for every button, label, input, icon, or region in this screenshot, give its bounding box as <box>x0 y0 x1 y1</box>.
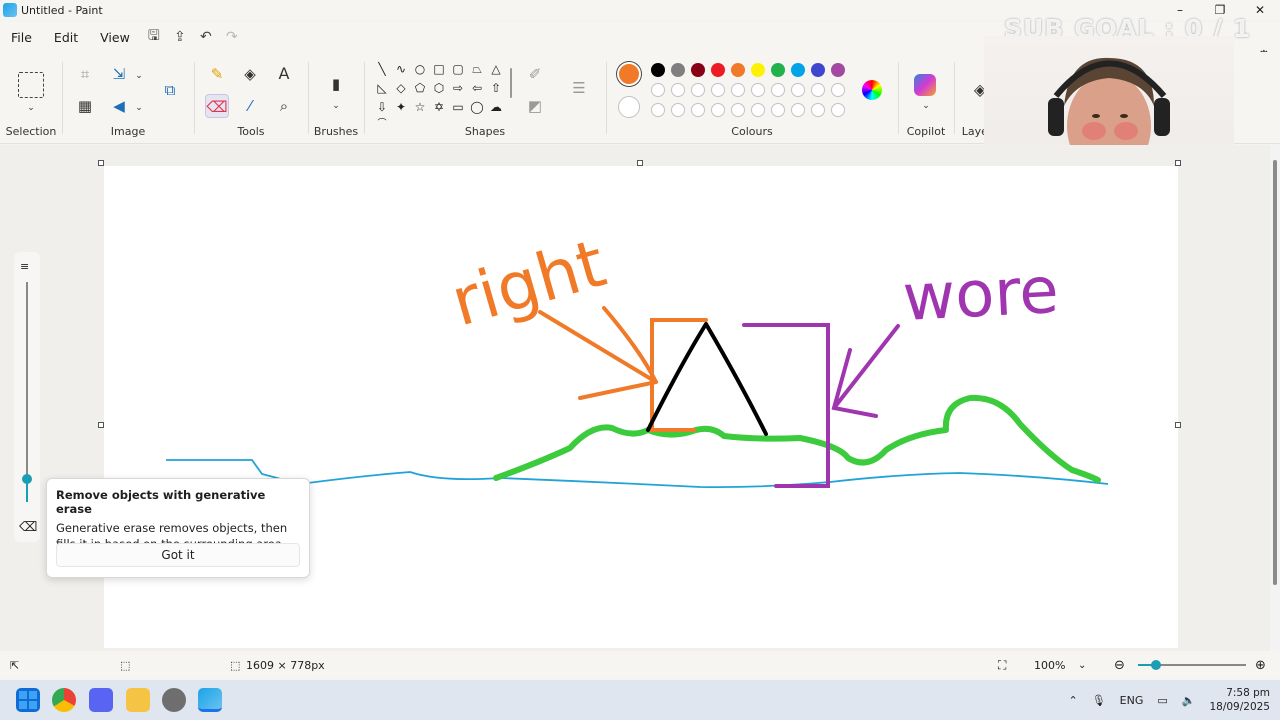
clock-time: 7:58 pm <box>1226 687 1270 699</box>
canvas-drawing: right wore <box>166 225 1109 489</box>
selection-size-icon: ⬚ <box>120 658 131 672</box>
brush-size-knob[interactable] <box>22 474 32 484</box>
orange-arrow <box>538 306 658 400</box>
clock[interactable]: 7:58 pm 18/09/2025 <box>1209 686 1270 714</box>
system-tray: ⌃ 🎙 ENG ▭ 🔈 7:58 pm 18/09/2025 <box>1068 680 1270 720</box>
canvas-size-icon: ⬚ <box>230 658 241 672</box>
file-explorer-icon[interactable] <box>126 688 150 712</box>
canvas-size-text: 1609 × 778px <box>246 658 325 672</box>
status-bar: ⇱ ⬚ ⬚ 1609 × 778px ⛶ 100% ⌄ ⊖ ⊕ <box>0 651 1280 679</box>
fit-to-window-icon[interactable]: ⛶ <box>998 658 1006 673</box>
paint-taskbar-icon[interactable] <box>198 688 222 712</box>
purple-arrow <box>831 324 900 418</box>
chevron-down-icon[interactable]: ⌄ <box>1078 660 1086 671</box>
microphone-icon[interactable]: 🎙 <box>1092 694 1106 707</box>
tooltip-title: Remove objects with generative erase <box>56 488 266 516</box>
zoom-out-icon[interactable]: ⊖ <box>1114 658 1125 673</box>
green-hills <box>493 394 1101 483</box>
brush-size-track[interactable] <box>26 282 28 478</box>
start-icon[interactable] <box>16 688 40 712</box>
zoom-level[interactable]: 100% <box>1034 659 1065 672</box>
chevron-up-icon[interactable]: ⌃ <box>1068 694 1077 707</box>
generative-erase-tooltip: Remove objects with generative erase Gen… <box>46 478 310 578</box>
chrome-icon[interactable] <box>52 688 76 712</box>
obs-icon[interactable] <box>162 688 186 712</box>
network-icon[interactable]: ▭ <box>1157 694 1167 707</box>
clock-date: 18/09/2025 <box>1209 701 1270 713</box>
got-it-button[interactable]: Got it <box>56 543 300 567</box>
zoom-in-icon[interactable]: ⊕ <box>1255 658 1266 673</box>
zoom-slider-knob[interactable] <box>1151 660 1161 670</box>
purple-box <box>742 323 830 488</box>
brush-size-icon: ≡ <box>20 260 30 273</box>
cursor-position-icon: ⇱ <box>10 658 20 672</box>
black-tent <box>646 322 768 436</box>
volume-icon[interactable]: 🔈 <box>1182 694 1196 707</box>
generative-erase-icon[interactable]: ⌫ <box>19 520 37 535</box>
scrollbar-thumb[interactable] <box>1273 160 1277 585</box>
handwritten-wore: wore <box>901 254 1060 336</box>
language-indicator[interactable]: ENG <box>1120 694 1144 707</box>
discord-icon[interactable] <box>89 688 113 712</box>
handwritten-right: right <box>443 225 613 342</box>
vertical-scrollbar[interactable] <box>1270 148 1280 648</box>
taskbar: ⌃ 🎙 ENG ▭ 🔈 7:58 pm 18/09/2025 <box>0 680 1280 720</box>
brush-size-slider-panel: ≡ ⌫ <box>14 252 40 542</box>
